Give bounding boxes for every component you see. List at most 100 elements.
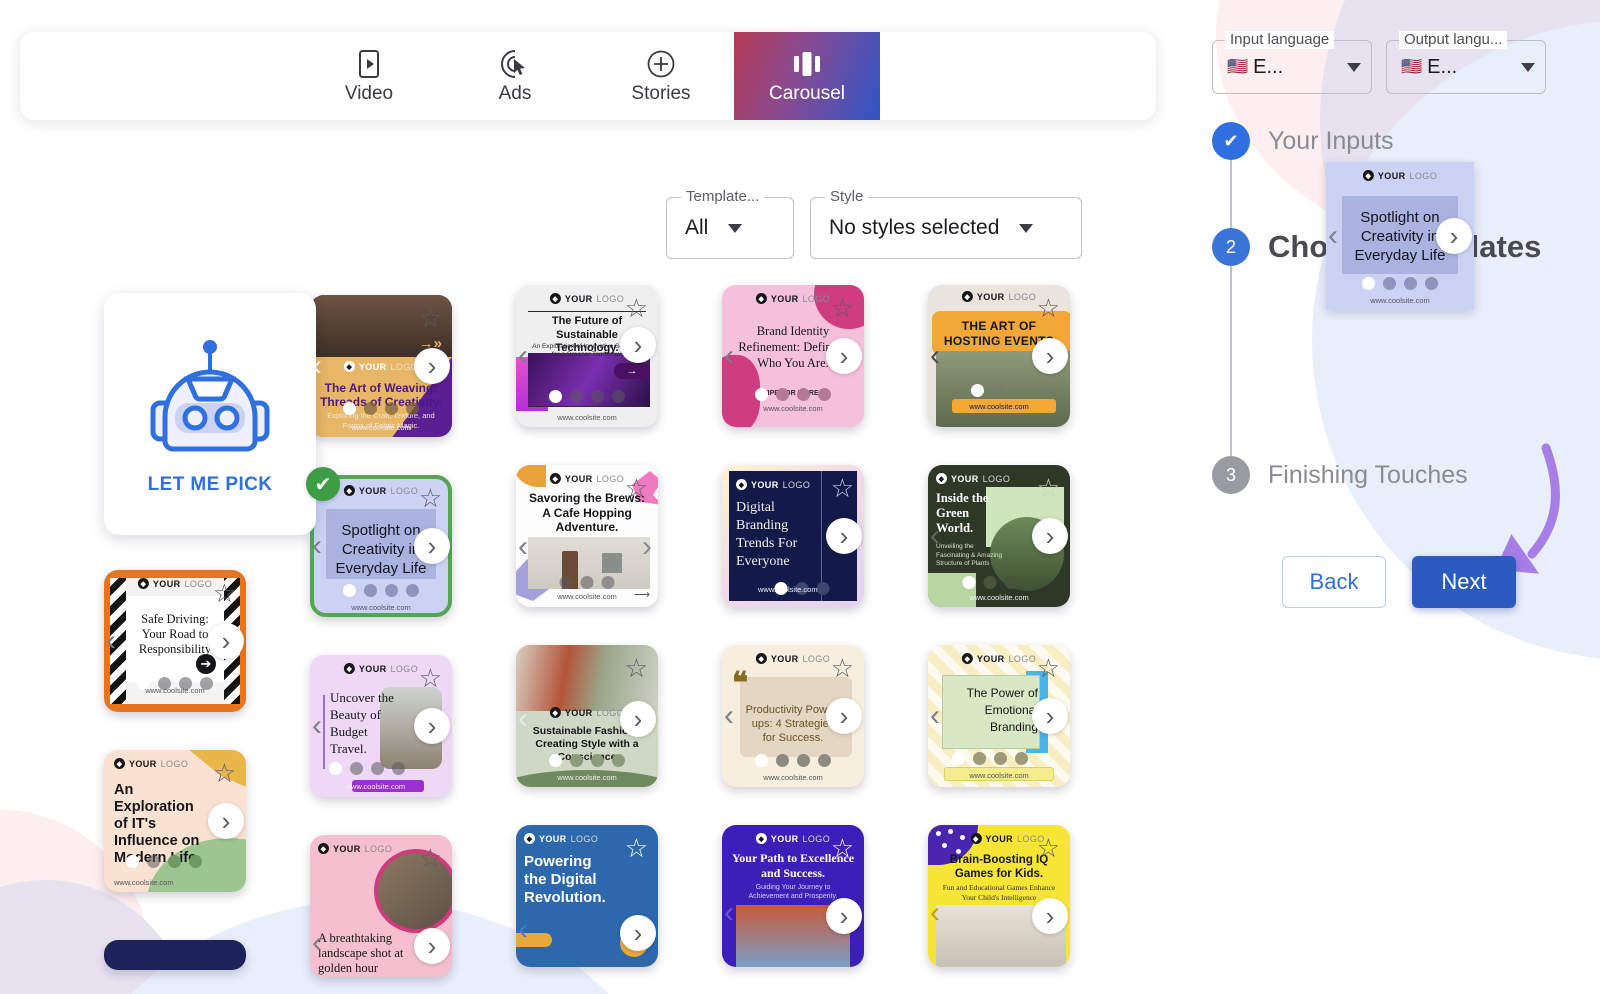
- input-language-select[interactable]: Input language 🇺🇸 E...: [1212, 31, 1372, 94]
- tab-video[interactable]: Video: [296, 32, 442, 120]
- carousel-next-icon[interactable]: ›: [1436, 218, 1472, 254]
- carousel-dot[interactable]: [406, 402, 419, 415]
- carousel-dot[interactable]: [1004, 576, 1018, 589]
- carousel-dot[interactable]: [391, 762, 405, 775]
- carousel-dot[interactable]: [1404, 277, 1417, 290]
- carousel-dot[interactable]: [406, 584, 419, 597]
- favorite-star-icon[interactable]: ☆: [213, 760, 236, 786]
- template-card[interactable]: ❝ ◆ YOUR LOGO Productivity Power-ups: 4 …: [722, 645, 864, 787]
- favorite-star-icon[interactable]: ☆: [625, 655, 648, 681]
- carousel-dot[interactable]: [952, 752, 966, 765]
- carousel-prev-icon[interactable]: ‹: [724, 898, 734, 928]
- carousel-dot[interactable]: [570, 754, 583, 767]
- carousel-next-icon[interactable]: ›: [414, 348, 450, 384]
- favorite-star-icon[interactable]: ☆: [419, 485, 442, 511]
- favorite-star-icon[interactable]: ☆: [831, 835, 854, 861]
- carousel-dot[interactable]: [167, 855, 181, 868]
- carousel-dot[interactable]: [370, 762, 384, 775]
- carousel-next-icon[interactable]: ›: [208, 623, 244, 659]
- carousel-prev-icon[interactable]: ‹: [106, 626, 116, 656]
- next-button[interactable]: Next: [1412, 556, 1516, 608]
- carousel-dot[interactable]: [364, 402, 377, 415]
- style-select[interactable]: Style No styles selected: [810, 188, 1082, 259]
- template-type-select[interactable]: Template... All: [666, 188, 794, 259]
- carousel-next-icon[interactable]: ›: [1032, 338, 1068, 374]
- carousel-dot[interactable]: [797, 754, 810, 767]
- carousel-prev-icon[interactable]: ‹: [724, 701, 734, 731]
- carousel-dot[interactable]: [349, 762, 363, 775]
- step-your-inputs[interactable]: ✔ Your Inputs: [1212, 122, 1592, 160]
- template-card[interactable]: ◆ YOUR LOGO The Future of Sustainable Te…: [516, 285, 658, 427]
- carousel-next-icon[interactable]: ›: [826, 518, 862, 554]
- carousel-next-icon[interactable]: ›: [620, 914, 656, 951]
- carousel-prev-icon[interactable]: ‹: [518, 341, 528, 371]
- carousel-dot[interactable]: [549, 754, 562, 767]
- favorite-star-icon[interactable]: ☆: [625, 475, 648, 501]
- template-card[interactable]: ◆ YOUR LOGO Brain-Boosting IQ Games for …: [928, 825, 1070, 967]
- carousel-dot[interactable]: [549, 390, 562, 403]
- carousel-next-icon[interactable]: ›: [826, 698, 862, 734]
- carousel-next-icon[interactable]: ›: [826, 338, 862, 374]
- carousel-next-icon[interactable]: ›: [414, 927, 450, 964]
- carousel-dot[interactable]: [559, 576, 573, 589]
- carousel-dot[interactable]: [962, 576, 976, 589]
- carousel-next-icon[interactable]: ›: [1032, 897, 1068, 934]
- carousel-dot[interactable]: [973, 752, 987, 765]
- carousel-dot[interactable]: [612, 754, 625, 767]
- template-card[interactable]: [104, 940, 246, 970]
- favorite-star-icon[interactable]: ☆: [419, 305, 442, 331]
- carousel-dot[interactable]: [1383, 277, 1396, 290]
- carousel-dot[interactable]: [970, 384, 984, 397]
- carousel-prev-icon[interactable]: ‹: [312, 711, 322, 741]
- favorite-star-icon[interactable]: ☆: [419, 665, 442, 691]
- carousel-prev-icon[interactable]: ‹: [312, 531, 322, 561]
- favorite-star-icon[interactable]: ☆: [1037, 475, 1060, 501]
- carousel-dot[interactable]: [983, 576, 997, 589]
- carousel-dot[interactable]: [612, 390, 625, 403]
- template-card[interactable]: ◆ YOUR LOGO Inside the Green World. Unve…: [928, 465, 1070, 607]
- carousel-dot[interactable]: [755, 388, 768, 401]
- carousel-next-icon[interactable]: ›: [620, 700, 656, 737]
- carousel-prev-icon[interactable]: ‹: [312, 927, 322, 958]
- carousel-prev-icon[interactable]: ‹: [930, 898, 940, 928]
- template-card[interactable]: ◆ YOUR LOGO Savoring the Brews: A Cafe H…: [516, 465, 658, 607]
- carousel-dot[interactable]: [570, 390, 583, 403]
- template-card[interactable]: ◆ YOUR LOGO An Exploration of IT's Influ…: [104, 750, 246, 892]
- carousel-next-icon[interactable]: ›: [1032, 698, 1068, 734]
- template-card[interactable]: ◆ YOUR LOGO A breathtaking landscape sho…: [310, 835, 452, 977]
- favorite-star-icon[interactable]: ☆: [625, 835, 648, 861]
- selected-template-preview[interactable]: ◆ YOUR LOGO Spotlight on Creativity in E…: [1326, 162, 1474, 310]
- carousel-next-icon[interactable]: ›: [826, 897, 862, 934]
- carousel-dot[interactable]: [1425, 277, 1438, 290]
- carousel-dot[interactable]: [328, 762, 342, 775]
- carousel-dot[interactable]: [385, 584, 398, 597]
- carousel-prev-icon[interactable]: ‹: [518, 703, 528, 734]
- carousel-prev-icon[interactable]: ‹: [930, 521, 940, 551]
- carousel-dot[interactable]: [591, 754, 604, 767]
- carousel-dot[interactable]: [580, 576, 594, 589]
- carousel-dot[interactable]: [601, 576, 615, 589]
- favorite-star-icon[interactable]: ☆: [1037, 295, 1060, 321]
- back-button[interactable]: Back: [1282, 556, 1386, 608]
- carousel-dot[interactable]: [994, 752, 1008, 765]
- template-card[interactable]: ◆ YOUR LOGO Safe Driving: Your Road to R…: [104, 570, 246, 712]
- output-language-select[interactable]: Output langu... 🇺🇸 E...: [1386, 31, 1546, 94]
- carousel-dot[interactable]: [125, 855, 139, 868]
- template-card[interactable]: ◆ YOUR LOGO THE ART OF HOSTING EVENTS ww…: [928, 285, 1070, 427]
- carousel-dot[interactable]: [818, 388, 831, 401]
- carousel-dot[interactable]: [591, 390, 604, 403]
- favorite-star-icon[interactable]: ☆: [213, 580, 236, 606]
- carousel-next-icon[interactable]: ›: [414, 528, 450, 564]
- template-card[interactable]: ◆ YOUR LOGO Your Path to Excellence and …: [722, 825, 864, 967]
- favorite-star-icon[interactable]: ☆: [625, 295, 648, 321]
- carousel-dot[interactable]: [1015, 752, 1029, 765]
- carousel-dot[interactable]: [818, 754, 831, 767]
- template-card[interactable]: →» ◆ YOUR LOGO The Art of Weaving: Threa…: [310, 295, 452, 437]
- carousel-prev-icon[interactable]: ‹: [1328, 221, 1338, 251]
- template-card[interactable]: ◆ YOUR LOGO Brand Identity Refinement: D…: [722, 285, 864, 427]
- template-card[interactable]: ◆ YOUR LOGO Uncover the Beauty of Budget…: [310, 655, 452, 797]
- carousel-next-icon[interactable]: ›: [208, 803, 244, 839]
- carousel-prev-icon[interactable]: ‹: [518, 532, 528, 562]
- carousel-dot[interactable]: [755, 754, 768, 767]
- favorite-star-icon[interactable]: ☆: [831, 295, 854, 321]
